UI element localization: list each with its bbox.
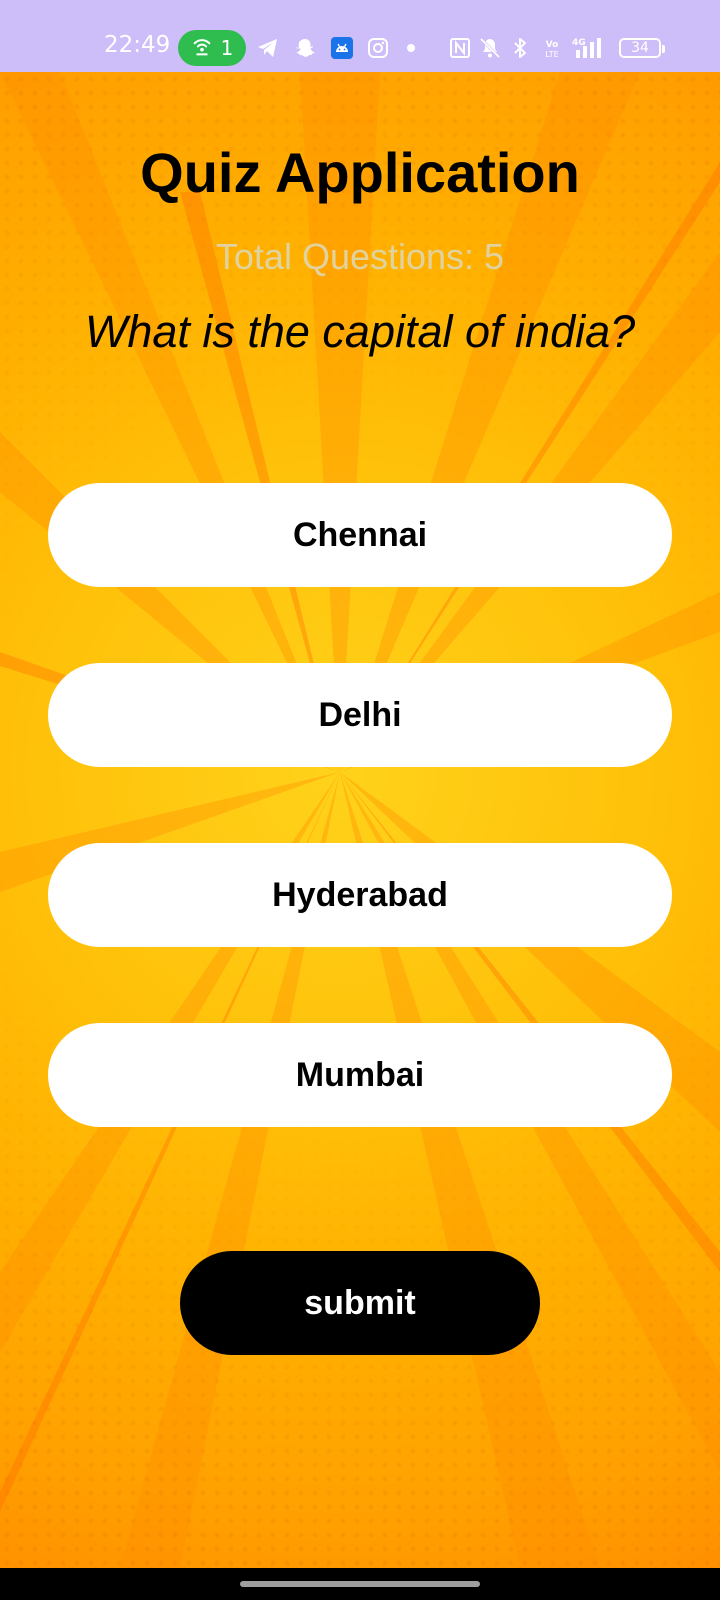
total-questions-label: Total Questions: 5 xyxy=(215,236,505,277)
battery-icon: 34 xyxy=(619,38,665,58)
mute-icon xyxy=(478,36,502,60)
option-label: Mumbai xyxy=(295,1055,425,1094)
option-button-hyderabad[interactable]: Hyderabad xyxy=(48,843,672,947)
bluetooth-icon xyxy=(508,36,532,60)
hotspot-icon xyxy=(191,35,213,62)
dot-icon xyxy=(407,44,415,52)
snapchat-icon xyxy=(293,36,317,60)
option-button-mumbai[interactable]: Mumbai xyxy=(48,1023,672,1127)
hotspot-indicator[interactable]: 1 xyxy=(178,30,246,66)
navigation-bar xyxy=(0,1568,720,1600)
svg-text:Vo: Vo xyxy=(546,40,559,50)
status-bar: 22:49 1 Vo LTE 4G 34 xyxy=(0,0,720,72)
option-button-delhi[interactable]: Delhi xyxy=(48,663,672,767)
question-text: What is the capital of india? xyxy=(84,306,636,357)
telegram-icon xyxy=(256,36,280,60)
option-button-chennai[interactable]: Chennai xyxy=(48,483,672,587)
instagram-icon xyxy=(366,36,390,60)
status-time: 22:49 xyxy=(104,32,171,58)
hotspot-count: 1 xyxy=(220,36,234,60)
home-indicator[interactable] xyxy=(240,1581,480,1587)
option-label: Delhi xyxy=(318,695,402,734)
submit-button[interactable]: submit xyxy=(180,1251,540,1355)
page-title: Quiz Application xyxy=(140,141,580,204)
submit-label: submit xyxy=(304,1283,416,1322)
android-icon xyxy=(330,36,354,60)
signal-4g-icon: 4G xyxy=(570,36,610,60)
volte-icon: Vo LTE xyxy=(540,36,564,60)
svg-text:LTE: LTE xyxy=(545,50,558,59)
option-label: Hyderabad xyxy=(272,875,448,914)
nfc-icon xyxy=(448,36,472,60)
option-label: Chennai xyxy=(292,515,428,554)
battery-level: 34 xyxy=(631,40,649,56)
